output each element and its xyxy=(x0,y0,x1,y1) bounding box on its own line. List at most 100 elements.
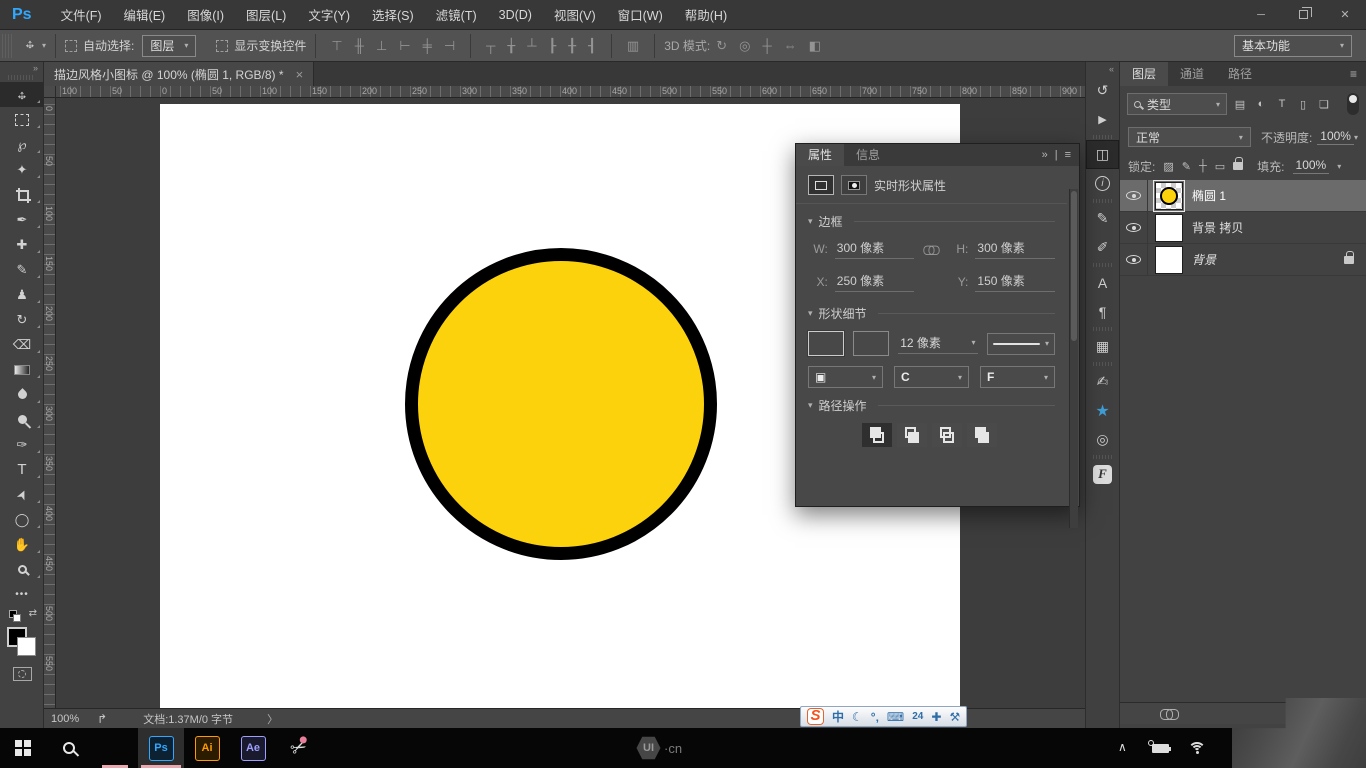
menu-image[interactable]: 图像(I) xyxy=(176,5,235,24)
ime-punctuation-icon[interactable]: °‚ xyxy=(871,708,879,726)
hand-tool[interactable]: ✋ xyxy=(0,532,44,557)
fill-color-swatch[interactable] xyxy=(808,331,844,356)
stroke-color-swatch[interactable] xyxy=(853,331,889,356)
ime-softkeyboard-icon[interactable]: ⌨ xyxy=(887,708,904,726)
close-button[interactable]: ✕ xyxy=(1324,0,1366,30)
document-tab[interactable]: 描边风格小图标 @ 100% (椭圆 1, RGB/8) * × xyxy=(44,62,314,86)
stroke-corner-dropdown[interactable]: F ▾ xyxy=(980,366,1055,388)
browser-taskbar-button[interactable] xyxy=(92,728,138,768)
section-shape-details[interactable]: ▾ 形状细节 xyxy=(808,305,1055,322)
actions-panel-button[interactable]: ▶ xyxy=(1086,105,1119,134)
info-panel-button[interactable]: i xyxy=(1086,169,1119,198)
minimize-button[interactable]: ─ xyxy=(1240,0,1282,30)
move-tool-icon[interactable]: ↔↕ xyxy=(22,36,38,55)
align-left-icon[interactable]: ⊢ xyxy=(393,38,416,54)
properties-panel-button[interactable]: ◫ xyxy=(1086,140,1119,169)
aftereffects-taskbar-button[interactable]: Ae xyxy=(230,728,276,768)
zoom-level-field[interactable]: 100% xyxy=(51,713,79,725)
history-brush-tool[interactable]: ↻ xyxy=(0,307,44,332)
ime-settings-icon[interactable]: ⚒ xyxy=(949,708,960,726)
blend-mode-dropdown[interactable]: 正常 ▾ xyxy=(1128,127,1251,147)
tool-presets-panel-button[interactable]: ✎ xyxy=(1086,204,1119,233)
menu-edit[interactable]: 编辑(E) xyxy=(113,5,177,24)
paragraph-panel-button[interactable]: ¶ xyxy=(1086,297,1119,326)
width-field[interactable]: 300 像素 xyxy=(835,239,915,259)
taskbar-search-button[interactable] xyxy=(46,728,92,768)
transform-props-button[interactable] xyxy=(808,175,834,195)
show-transform-checkbox[interactable] xyxy=(216,40,228,52)
lock-artboard-icon[interactable]: ▭ xyxy=(1215,160,1225,173)
align-hcenter-icon[interactable]: ╪ xyxy=(417,38,438,53)
layer-row-background-copy[interactable]: 背景 拷贝 xyxy=(1120,212,1366,244)
healing-brush-tool[interactable]: ✚ xyxy=(0,232,44,257)
blur-tool[interactable] xyxy=(0,382,44,407)
layer-thumbnail[interactable] xyxy=(1155,246,1183,274)
layer-name[interactable]: 背景 xyxy=(1192,251,1216,268)
horizontal-ruler[interactable]: 100 50 0 50 100 150 200 250 300 350 400 … xyxy=(56,86,1085,98)
eyedropper-tool[interactable]: ✒ xyxy=(0,207,44,232)
ruler-corner[interactable] xyxy=(44,86,56,98)
tab-paths[interactable]: 路径 xyxy=(1216,62,1264,86)
subtract-shape-button[interactable] xyxy=(897,423,927,447)
filter-pixel-layers-icon[interactable]: ▤ xyxy=(1232,98,1248,111)
masks-props-button[interactable] xyxy=(841,175,867,195)
ellipse-shape[interactable] xyxy=(405,248,717,560)
distribute-left-icon[interactable]: ┠ xyxy=(542,38,562,54)
visibility-toggle[interactable] xyxy=(1120,212,1148,244)
chevron-down-icon[interactable]: ▾ xyxy=(1337,162,1341,171)
stroke-width-field[interactable]: 12 像素 ▾ xyxy=(898,334,977,354)
intersect-shapes-button[interactable] xyxy=(932,423,962,447)
stroke-style-dropdown[interactable]: ▾ xyxy=(987,333,1055,355)
pen-tool[interactable]: ✑ xyxy=(0,432,44,457)
align-vcenter-icon[interactable]: ╫ xyxy=(349,38,370,53)
auto-select-dropdown[interactable]: 图层 ▾ xyxy=(142,35,196,57)
stroke-align-dropdown[interactable]: ▣ ▾ xyxy=(808,366,883,388)
zoom-tool[interactable] xyxy=(0,557,44,582)
brush-presets-panel-button[interactable]: ✐ xyxy=(1086,233,1119,262)
layer-row-background[interactable]: 背景 xyxy=(1120,244,1366,276)
3d-roll-icon[interactable]: ◎ xyxy=(733,38,756,54)
distribute-spacing-icon[interactable]: ▥ xyxy=(621,38,645,54)
filter-smart-objects-icon[interactable]: ❏ xyxy=(1316,98,1332,111)
filter-type-layers-icon[interactable]: T xyxy=(1274,98,1290,110)
type-tool[interactable]: T xyxy=(0,457,44,482)
tab-info[interactable]: 信息 xyxy=(844,144,892,166)
tab-layers[interactable]: 图层 xyxy=(1120,62,1168,86)
layer-row-ellipse[interactable]: 椭圆 1 xyxy=(1120,180,1366,212)
menu-type[interactable]: 文字(Y) xyxy=(297,5,361,24)
swap-colors-icon[interactable]: ⇄ xyxy=(29,608,37,619)
crop-tool[interactable] xyxy=(0,182,44,207)
menu-view[interactable]: 视图(V) xyxy=(543,5,607,24)
3d-drag-icon[interactable]: ┼ xyxy=(756,38,777,53)
y-field[interactable]: 150 像素 xyxy=(975,272,1055,292)
start-button[interactable] xyxy=(0,728,46,768)
align-right-icon[interactable]: ⊣ xyxy=(438,38,461,54)
layer-name[interactable]: 椭圆 1 xyxy=(1192,187,1226,204)
x-field[interactable]: 250 像素 xyxy=(835,272,915,292)
ime-fullhalf-icon[interactable]: ☾ xyxy=(852,708,863,726)
typekit-panel-button[interactable]: F xyxy=(1086,460,1119,489)
distribute-hcenter-icon[interactable]: ╂ xyxy=(562,38,582,54)
photoshop-taskbar-button[interactable]: Ps xyxy=(138,728,184,768)
exclude-shapes-button[interactable] xyxy=(967,423,997,447)
align-top-icon[interactable]: ⊤ xyxy=(325,38,348,54)
filter-toggle-switch[interactable] xyxy=(1347,93,1359,115)
panel-scrollbar[interactable] xyxy=(1069,189,1078,528)
visibility-toggle[interactable] xyxy=(1120,244,1148,276)
ime-skin-icon[interactable]: ✚ xyxy=(931,708,941,726)
lock-position-icon[interactable]: ┼ xyxy=(1199,160,1207,172)
3d-scale-icon[interactable]: ◧ xyxy=(803,38,827,54)
marquee-tool[interactable] xyxy=(0,107,44,132)
tab-close-icon[interactable]: × xyxy=(296,67,304,82)
menu-3d[interactable]: 3D(D) xyxy=(488,8,543,22)
filter-shape-layers-icon[interactable]: ▯ xyxy=(1295,98,1311,111)
menu-layer[interactable]: 图层(L) xyxy=(235,5,297,24)
gradient-tool[interactable] xyxy=(0,357,44,382)
share-icon[interactable]: ↱ xyxy=(97,712,107,726)
panel-menu-icon[interactable]: ≡ xyxy=(1341,62,1366,86)
menu-filter[interactable]: 滤镜(T) xyxy=(425,5,488,24)
align-bottom-icon[interactable]: ⊥ xyxy=(370,38,393,54)
tab-channels[interactable]: 通道 xyxy=(1168,62,1216,86)
quick-selection-tool[interactable]: ✦ xyxy=(0,157,44,182)
move-tool[interactable]: ↔↕ xyxy=(0,82,44,107)
